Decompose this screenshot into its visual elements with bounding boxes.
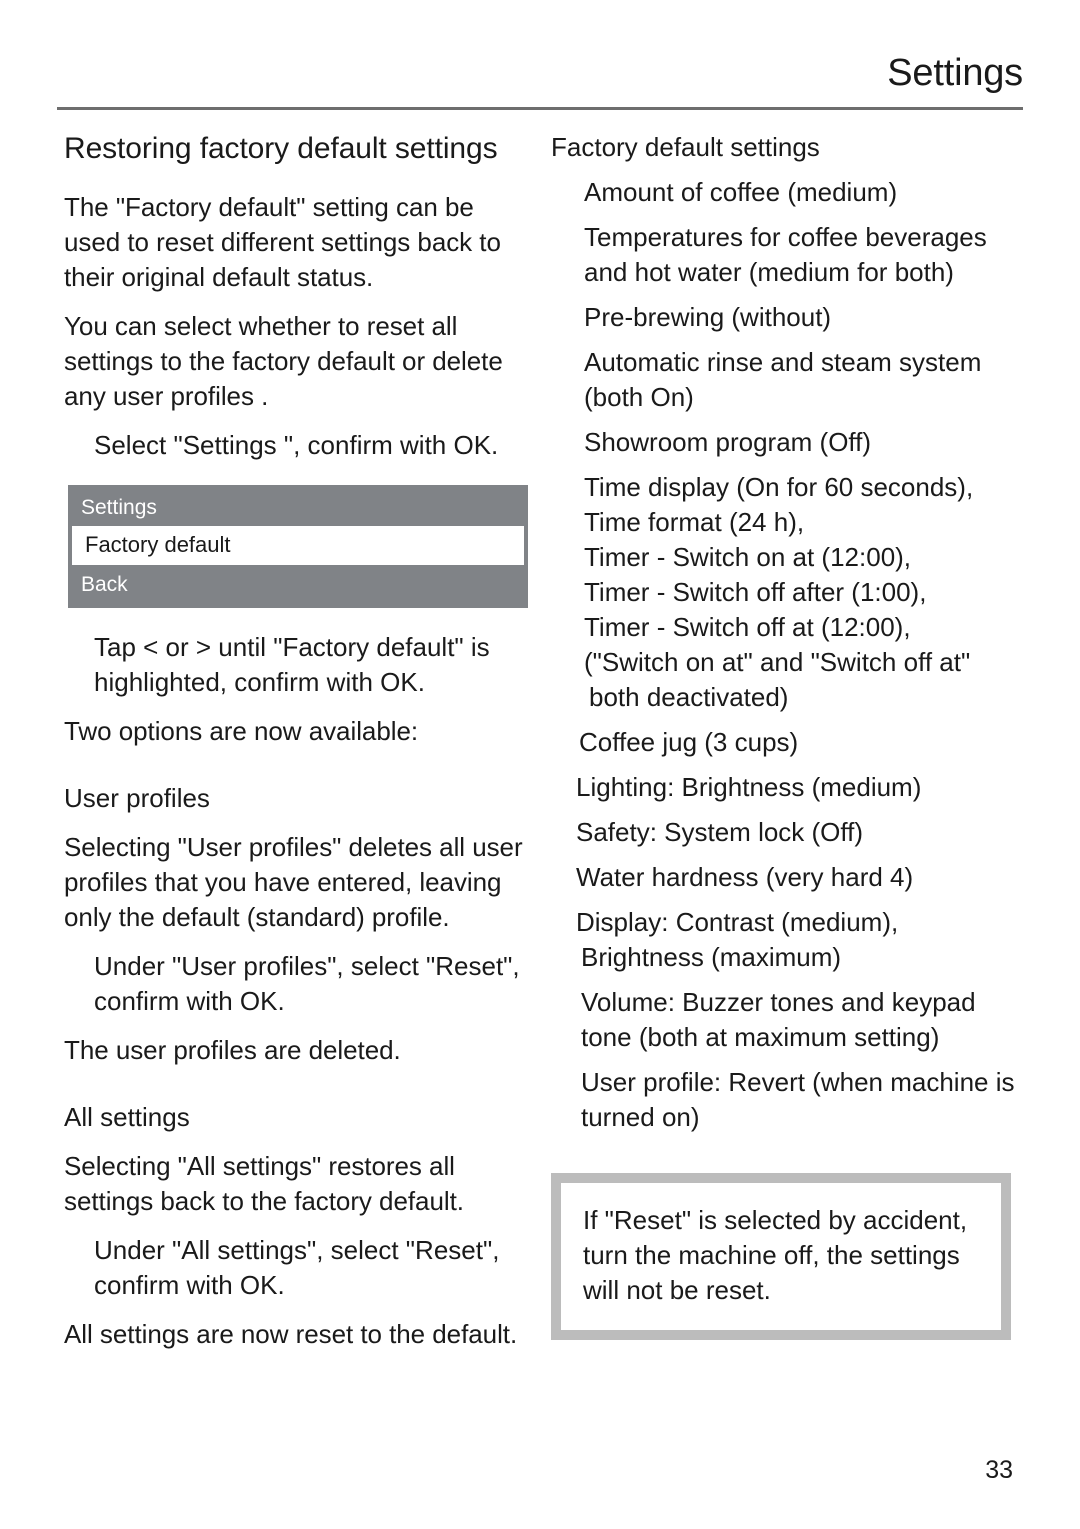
intro-paragraph-2: You can select whether to reset all sett… bbox=[64, 311, 503, 411]
display-menu-title: Settings bbox=[81, 496, 157, 519]
list-item-line: (both On) bbox=[584, 382, 694, 412]
list-item-amount-of-coffee: Amount of coffee (medium) bbox=[551, 175, 1031, 210]
list-item-display-contrast: Display: Contrast (medium), Brightness (… bbox=[551, 905, 1031, 975]
step-tap-until-highlighted: Tap < or > until "Factory default" is hi… bbox=[94, 632, 490, 697]
subheading-user-profiles: User profiles bbox=[64, 783, 210, 813]
list-item-water-hardness: Water hardness (very hard 4) bbox=[551, 860, 1031, 895]
note-text: If "Reset" is selected by accident, turn… bbox=[583, 1205, 968, 1305]
list-item-line: Brightness (maximum) bbox=[581, 942, 842, 972]
list-item-line: User profile: Revert (when machine is bbox=[581, 1067, 1015, 1097]
list-item-safety-system-lock: Safety: System lock (Off) bbox=[551, 815, 1031, 850]
page-title: Settings bbox=[887, 52, 1023, 94]
list-item-line: tone (both at maximum setting) bbox=[581, 1022, 940, 1052]
list-item-line: Showroom program (Off) bbox=[584, 427, 872, 457]
list-item-line: Amount of coffee (medium) bbox=[584, 177, 898, 207]
right-column: Factory default settings Amount of coffe… bbox=[551, 130, 1031, 1340]
display-menu-item-factory-default[interactable]: Factory default bbox=[72, 526, 524, 565]
list-item-automatic-rinse: Automatic rinse and steam system (both O… bbox=[551, 345, 1031, 415]
list-item-lighting-brightness: Lighting: Brightness (medium) bbox=[551, 770, 1031, 805]
intro-paragraph-1: The "Factory default" setting can be use… bbox=[64, 192, 501, 292]
all-settings-body: Selecting "All settings" restores all se… bbox=[64, 1151, 464, 1216]
list-item-line: Time display (On for 60 seconds), bbox=[584, 472, 974, 502]
list-item-temperatures: Temperatures for coffee beverages and ho… bbox=[551, 220, 1031, 290]
list-item-time-and-timer: Time display (On for 60 seconds), Time f… bbox=[551, 470, 1031, 715]
list-item-line: and hot water (medium for both) bbox=[584, 257, 954, 287]
device-display-mock: Settings Factory default Back bbox=[68, 485, 528, 608]
note-box: If "Reset" is selected by accident, turn… bbox=[551, 1173, 1011, 1340]
list-item-line: Lighting: Brightness (medium) bbox=[576, 772, 922, 802]
list-item-line: Display: Contrast (medium), bbox=[576, 907, 899, 937]
section-title: Restoring factory default settings bbox=[64, 132, 498, 165]
page-header: Settings bbox=[57, 50, 1023, 112]
list-item-line: Timer - Switch on at (12:00), bbox=[584, 542, 912, 572]
subheading-all-settings: All settings bbox=[64, 1102, 190, 1132]
user-profiles-body: Selecting "User profiles" deletes all us… bbox=[64, 832, 523, 932]
factory-default-settings-heading: Factory default settings bbox=[551, 132, 820, 162]
document-page: Settings Restoring factory default setti… bbox=[0, 0, 1080, 1529]
list-item-pre-brewing: Pre-brewing (without) bbox=[551, 300, 1031, 335]
left-column: Restoring factory default settings The "… bbox=[64, 130, 534, 1352]
list-item-line: Volume: Buzzer tones and keypad bbox=[581, 987, 976, 1017]
list-item-volume: Volume: Buzzer tones and keypad tone (bo… bbox=[551, 985, 1031, 1055]
list-item-line: Temperatures for coffee beverages bbox=[584, 222, 987, 252]
list-item-line: Pre-brewing (without) bbox=[584, 302, 832, 332]
user-profiles-result: The user profiles are deleted. bbox=[64, 1035, 401, 1065]
list-item-coffee-jug: Coffee jug (3 cups) bbox=[551, 725, 1031, 760]
page-number: 33 bbox=[985, 1456, 1013, 1484]
step-select-settings: Select "Settings ", confirm with OK. bbox=[94, 430, 499, 460]
two-options-line: Two options are now available: bbox=[64, 716, 419, 746]
list-item-line: both deactivated) bbox=[589, 682, 789, 712]
user-profiles-step: Under "User profiles", select "Reset", c… bbox=[94, 951, 520, 1016]
display-menu-item-back[interactable]: Back bbox=[68, 565, 528, 599]
all-settings-result: All settings are now reset to the defaul… bbox=[64, 1319, 518, 1349]
list-item-line: Timer - Switch off at (12:00), bbox=[584, 612, 911, 642]
list-item-showroom-program: Showroom program (Off) bbox=[551, 425, 1031, 460]
all-settings-step: Under "All settings", select "Reset", co… bbox=[94, 1235, 500, 1300]
list-item-line: turned on) bbox=[581, 1102, 700, 1132]
list-item-line: Coffee jug (3 cups) bbox=[579, 727, 799, 757]
list-item-user-profile-revert: User profile: Revert (when machine is tu… bbox=[551, 1065, 1031, 1135]
list-item-line: Timer - Switch off after (1:00), bbox=[584, 577, 927, 607]
header-divider bbox=[57, 107, 1023, 110]
list-item-line: Time format (24 h), bbox=[584, 507, 805, 537]
list-item-line: Water hardness (very hard 4) bbox=[576, 862, 914, 892]
list-item-line: Automatic rinse and steam system bbox=[584, 347, 982, 377]
list-item-line: ("Switch on at" and "Switch off at" bbox=[584, 647, 971, 677]
list-item-line: Safety: System lock (Off) bbox=[576, 817, 864, 847]
